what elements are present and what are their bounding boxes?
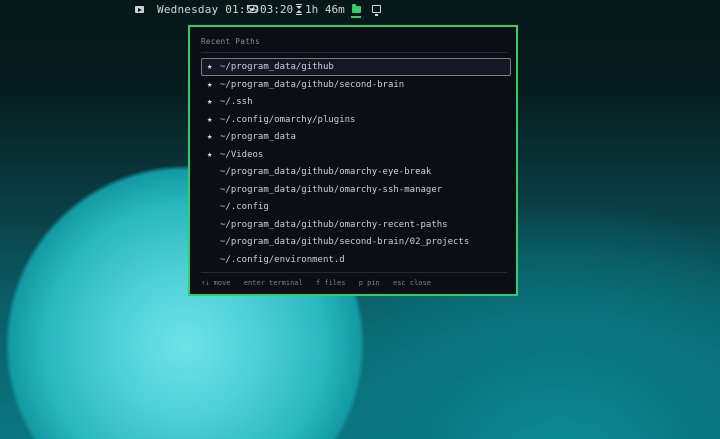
eye-icon [247, 5, 258, 13]
path-row[interactable]: ~/program_data/github/omarchy-eye-break [201, 163, 511, 181]
path-label: ~/.config/omarchy/plugins [220, 114, 356, 125]
top-bar: Wednesday 01:59 03:20 1h 46m [0, 0, 720, 20]
eye-break-timer: 03:20 [260, 3, 294, 16]
folder-active-indicator [351, 16, 361, 18]
path-label: ~/.config [220, 202, 269, 212]
timer-value: 1h 46m [305, 3, 345, 16]
pin-star-icon: ★ [207, 114, 213, 125]
folder-icon[interactable] [352, 3, 362, 17]
path-label: ~/program_data/github/second-brain [220, 79, 405, 90]
pin-star-icon: ★ [207, 97, 213, 107]
hint-pin: p pin [358, 279, 380, 287]
header-divider [201, 52, 507, 53]
pin-star-icon: ★ [207, 132, 213, 142]
path-row[interactable]: ~/program_data/github/second-brain/02_pr… [201, 233, 511, 251]
path-row[interactable]: ★ ~/program_data/github [201, 58, 511, 76]
path-row[interactable]: ★ ~/program_data [201, 128, 511, 146]
clock[interactable]: Wednesday 01:59 [157, 3, 259, 17]
timer-widget[interactable]: 1h 46m [296, 3, 345, 17]
path-row[interactable]: ~/program_data/github/omarchy-ssh-manage… [201, 181, 511, 199]
youtube-icon[interactable] [135, 3, 145, 17]
path-label: ~/program_data/github/omarchy-eye-break [220, 167, 432, 177]
path-label: ~/.ssh [220, 97, 253, 107]
pin-star-icon: ★ [207, 79, 213, 90]
footer-divider [201, 272, 507, 273]
hint-terminal: enter terminal [243, 279, 303, 287]
hint-close: esc close [393, 279, 431, 287]
path-label: ~/program_data/github/second-brain/02_pr… [220, 237, 470, 247]
path-label: ~/.config/environment.d [220, 254, 345, 265]
hint-move: ↑↓ move [201, 279, 231, 287]
recent-paths-picker: Recent Paths ★ ~/program_data/github ★ ~/pr… [188, 25, 518, 296]
path-row[interactable]: ~/.config [201, 198, 511, 216]
path-row[interactable]: ~/.config/environment.d [201, 251, 511, 269]
path-row[interactable]: ★ ~/Videos [201, 146, 511, 164]
path-label: ~/program_data/github/omarchy-ssh-manage… [220, 184, 443, 195]
path-row[interactable]: ★ ~/.config/omarchy/plugins [201, 111, 511, 129]
picker-title: Recent Paths [201, 37, 260, 46]
path-row[interactable]: ★ ~/.ssh [201, 93, 511, 111]
path-list: ★ ~/program_data/github ★ ~/program_data/gi… [201, 58, 511, 268]
path-label: ~/program_data/github [220, 62, 334, 72]
hourglass-icon [296, 3, 302, 15]
hint-files: f files [315, 279, 346, 287]
pin-star-icon: ★ [207, 149, 213, 160]
pin-star-icon: ★ [207, 62, 213, 72]
path-row[interactable]: ~/program_data/github/omarchy-recent-pat… [201, 216, 511, 234]
path-label: ~/program_data/github/omarchy-recent-pat… [220, 219, 448, 230]
eye-break-widget[interactable]: 03:20 [247, 3, 293, 17]
path-label: ~/program_data [220, 132, 296, 142]
path-row[interactable]: ★ ~/program_data/github/second-brain [201, 76, 511, 94]
monitor-icon[interactable] [372, 3, 382, 17]
keybind-hints: ↑↓ move enter terminal f files p pin esc… [201, 279, 440, 287]
path-label: ~/Videos [220, 149, 264, 160]
